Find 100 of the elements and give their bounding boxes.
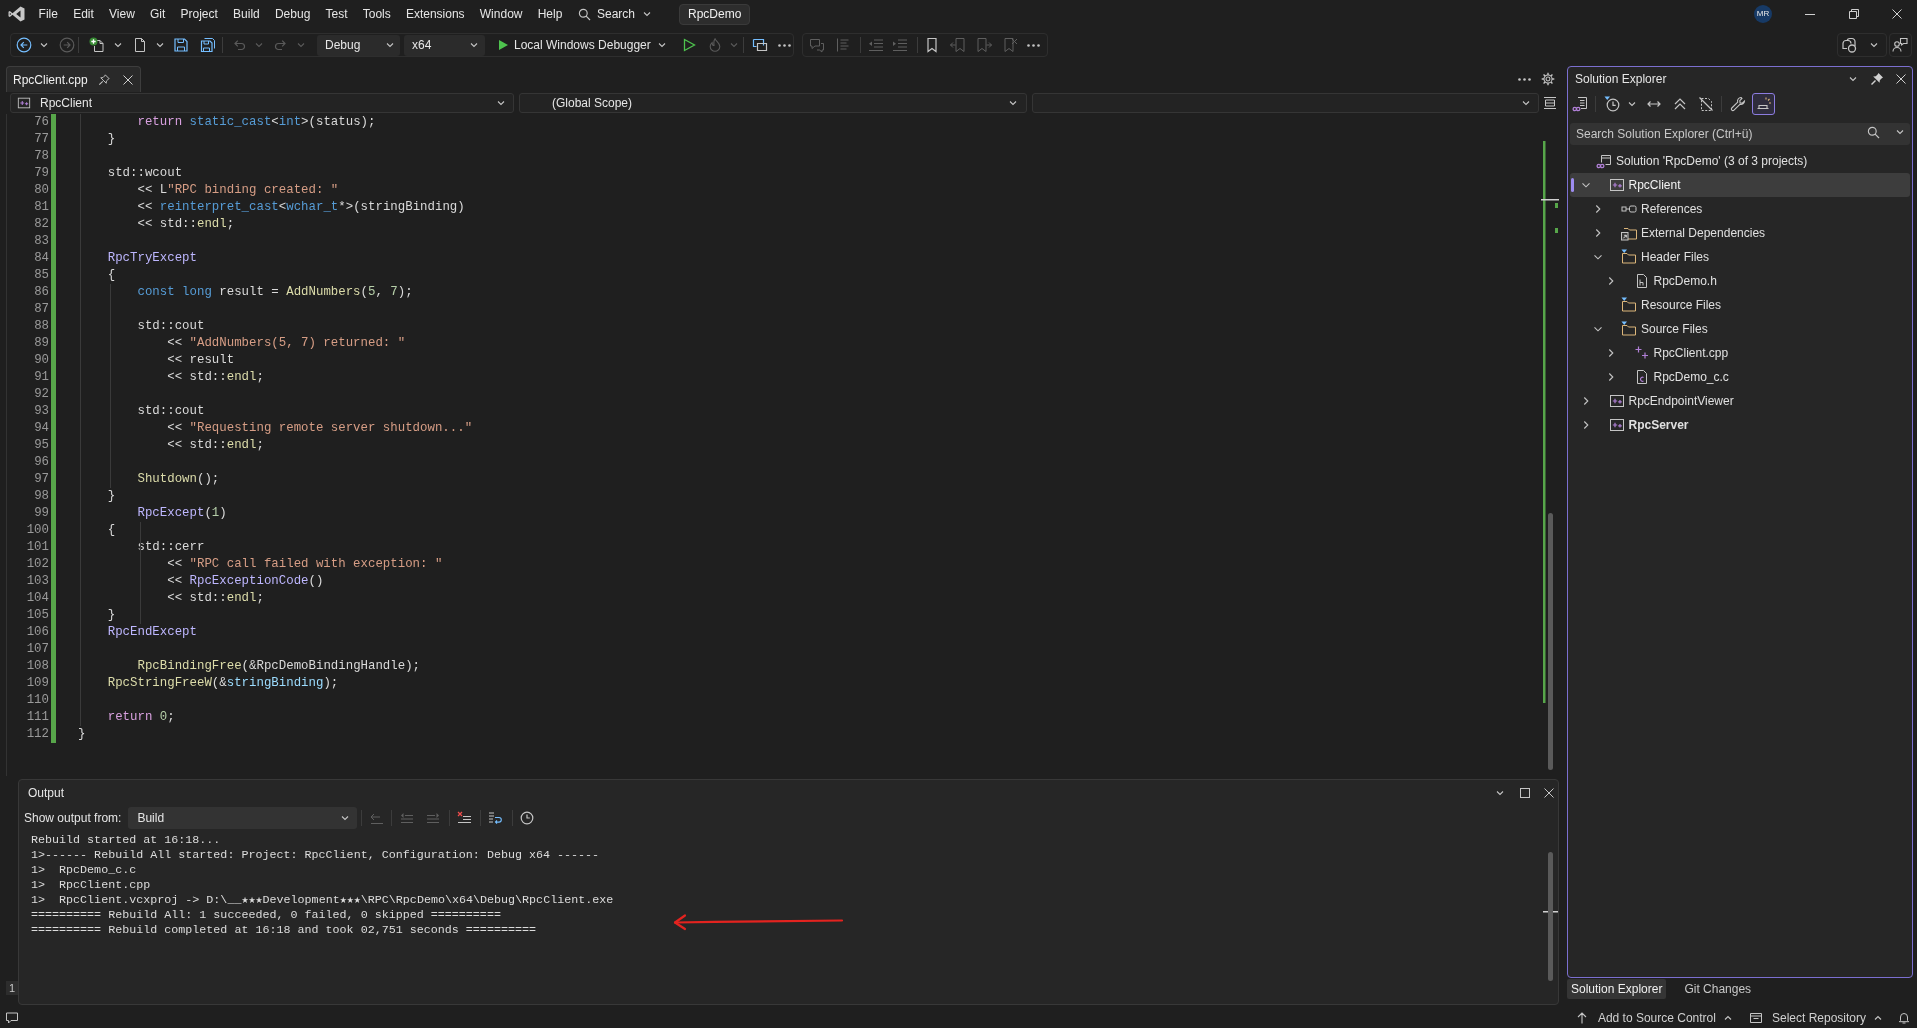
redo-icon[interactable] <box>273 37 289 53</box>
bookmark-previous-icon[interactable] <box>950 37 966 53</box>
code-line: RpcTryExcept <box>107 250 197 267</box>
wrench-icon[interactable] <box>1730 96 1746 112</box>
caret-icon[interactable] <box>156 41 164 49</box>
code-line: << std::endl; <box>137 216 235 233</box>
more-icon[interactable] <box>1518 77 1531 81</box>
menu-item[interactable]: Help <box>530 3 570 25</box>
settings-icon[interactable] <box>1541 72 1555 86</box>
repository-button[interactable]: Select Repository <box>1747 1008 1884 1027</box>
tree-item[interactable]: RpcClient <box>1570 173 1910 197</box>
caret-icon[interactable] <box>1870 41 1878 49</box>
line-number: 96 <box>34 454 49 471</box>
menu-item[interactable]: View <box>101 3 143 25</box>
indent-icon[interactable] <box>892 37 908 53</box>
menu-item[interactable]: Edit <box>65 3 102 25</box>
menu-item[interactable]: Git <box>142 3 173 25</box>
bookmark-icon[interactable] <box>924 37 940 53</box>
configuration-dropdown[interactable]: Debug <box>317 34 400 56</box>
clear-all-icon[interactable] <box>457 811 472 825</box>
new-project-icon[interactable] <box>89 37 105 53</box>
line-number: 105 <box>26 607 49 624</box>
account-avatar[interactable]: MR <box>1754 5 1772 23</box>
find-previous-icon[interactable] <box>370 811 385 825</box>
editor-tab[interactable]: RpcClient.cpp <box>6 66 141 92</box>
save-icon[interactable] <box>173 37 189 53</box>
project-icon <box>1608 177 1625 193</box>
uncomment-icon[interactable] <box>835 37 851 53</box>
tree-item[interactable]: External Dependencies <box>1570 221 1910 245</box>
previous-message-icon[interactable] <box>400 811 415 825</box>
menu-item[interactable]: Test <box>317 3 356 25</box>
person-chat-icon[interactable] <box>1892 37 1908 53</box>
switch-views-icon[interactable] <box>1572 96 1588 112</box>
output-source-dropdown[interactable]: Build <box>128 807 358 829</box>
menu-item[interactable]: Extensions <box>398 3 473 25</box>
start-debugging-button[interactable]: Local Windows Debugger <box>493 34 671 56</box>
caret-icon[interactable] <box>40 41 48 49</box>
search-field[interactable]: Search Solution Explorer (Ctrl+ü) <box>1570 123 1910 145</box>
maximize-icon[interactable] <box>1520 788 1530 798</box>
output-line: 1>------ Rebuild All started: Project: RpcClient, Configuration: Debug x64 ------ <box>31 848 600 863</box>
caret-icon[interactable] <box>1496 789 1504 797</box>
menu-item[interactable]: Build <box>225 3 268 25</box>
code-line: RpcBindingFree(&RpcDemoBindingHandle); <box>137 658 421 675</box>
caret-icon[interactable] <box>1628 100 1636 108</box>
file-icon[interactable] <box>132 37 148 53</box>
menu-item[interactable]: File <box>31 3 66 25</box>
overlapping-windows-icon[interactable] <box>751 37 768 53</box>
collapse-all-icon[interactable] <box>1672 96 1688 112</box>
search-button[interactable]: Search <box>573 3 655 25</box>
tree-item[interactable]: Header Files <box>1570 245 1910 269</box>
tree-item[interactable]: Resource Files <box>1570 293 1910 317</box>
close-icon[interactable] <box>1544 788 1554 798</box>
panel-tab[interactable]: Git Changes <box>1680 979 1756 999</box>
panel-tab[interactable]: Solution Explorer <box>1567 979 1667 999</box>
tree-item[interactable]: Solution 'RpcDemo' (3 of 3 projects) <box>1570 149 1910 173</box>
caret-icon[interactable] <box>114 41 122 49</box>
pin-icon[interactable] <box>98 73 110 86</box>
tree-item[interactable]: RpcServer <box>1570 413 1910 437</box>
tree-item[interactable]: RpcEndpointViewer <box>1570 389 1910 413</box>
caret-icon[interactable] <box>1849 75 1857 83</box>
line-number: 94 <box>34 420 49 437</box>
source-control-button[interactable]: Add to Source Control <box>1573 1008 1734 1027</box>
bell-icon[interactable] <box>1898 1011 1910 1024</box>
tree-item[interactable]: References <box>1570 197 1910 221</box>
line-number: 98 <box>34 488 49 505</box>
bookmark-next-icon[interactable] <box>976 37 992 53</box>
chat-bubbles-icon[interactable] <box>1841 37 1857 53</box>
outdent-icon[interactable] <box>868 37 884 53</box>
tree-item[interactable]: RpcDemo_c.c <box>1570 365 1910 389</box>
pin-icon[interactable] <box>1870 72 1884 86</box>
menu-item[interactable]: Debug <box>267 3 318 25</box>
tree-item[interactable]: Source Files <box>1570 317 1910 341</box>
more-icon[interactable] <box>777 43 791 47</box>
platform-dropdown[interactable]: x64 <box>404 34 485 56</box>
clock-icon[interactable] <box>520 811 535 825</box>
next-message-icon[interactable] <box>426 811 441 825</box>
undo-icon[interactable] <box>231 37 247 53</box>
panel-title: Output <box>28 785 65 802</box>
show-all-files-icon[interactable] <box>1698 96 1714 112</box>
scope-dropdown[interactable]: (Global Scope) <box>519 93 1027 113</box>
close-icon[interactable] <box>123 74 133 85</box>
project-dropdown[interactable]: RpcClient <box>10 93 514 113</box>
menu-item[interactable]: Project <box>172 3 226 25</box>
tree-item[interactable]: RpcDemo.h <box>1570 269 1910 293</box>
close-icon[interactable] <box>1896 74 1906 84</box>
play-outline-icon[interactable] <box>681 38 696 52</box>
tree-item[interactable]: RpcClient.cpp <box>1570 341 1910 365</box>
history-filter-icon[interactable] <box>1604 96 1620 112</box>
line-number: 79 <box>34 165 49 182</box>
more-icon[interactable] <box>1027 43 1040 47</box>
comment-icon[interactable] <box>6 1011 18 1024</box>
save-all-icon[interactable] <box>200 37 216 53</box>
preview-icon <box>1755 96 1772 112</box>
caret-icon[interactable] <box>1896 128 1904 136</box>
split-window-icon[interactable] <box>1543 96 1557 110</box>
menu-item[interactable]: Tools <box>355 3 399 25</box>
preview-toggle[interactable] <box>1752 93 1775 115</box>
menu-item[interactable]: Window <box>472 3 531 25</box>
bookmark-clear-icon[interactable] <box>1002 37 1018 53</box>
word-wrap-icon[interactable] <box>488 811 503 825</box>
